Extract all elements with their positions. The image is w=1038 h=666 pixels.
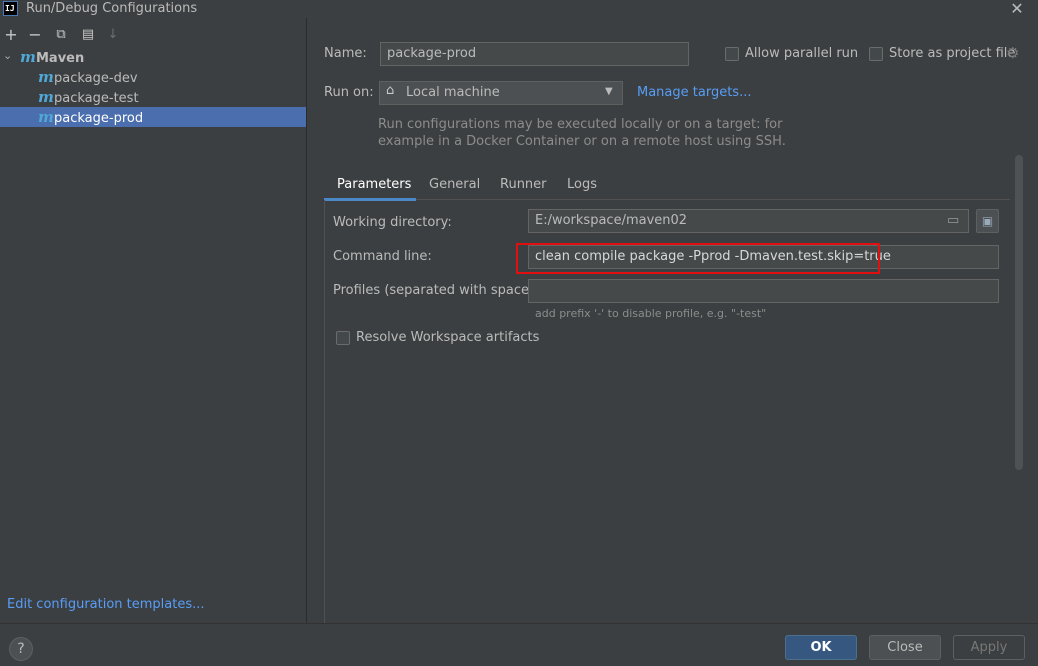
resolve-workspace-checkbox[interactable] <box>336 331 350 345</box>
working-directory-input[interactable]: E:/workspace/maven02 <box>528 209 969 233</box>
close-button[interactable]: Close <box>869 635 941 660</box>
remove-icon[interactable]: − <box>26 26 44 44</box>
tree-root-label: Maven <box>36 51 85 66</box>
run-on-label: Run on: <box>324 85 374 100</box>
tree-item-label: package-test <box>54 91 139 106</box>
macro-folder-button[interactable]: ▣ <box>976 209 999 233</box>
allow-parallel-checkbox[interactable] <box>725 47 739 61</box>
home-icon: ⌂ <box>386 83 395 98</box>
store-as-project-checkbox[interactable] <box>869 47 883 61</box>
tab-runner[interactable]: Runner <box>500 177 547 192</box>
window-title: Run/Debug Configurations <box>26 1 198 16</box>
highlight-box <box>516 243 880 274</box>
close-window-icon[interactable]: ✕ <box>1008 0 1026 18</box>
name-input[interactable]: package-prod <box>380 42 689 66</box>
maven-icon: m <box>38 108 54 126</box>
tab-parameters[interactable]: Parameters <box>337 177 411 192</box>
sort-icon[interactable]: ↓ <box>104 26 122 44</box>
edit-templates-link[interactable]: Edit configuration templates... <box>7 597 205 612</box>
new-folder-icon[interactable]: ▤ <box>79 26 97 44</box>
maven-icon: m <box>20 48 36 66</box>
tree-item-label: package-dev <box>54 71 138 86</box>
configurations-tree <box>0 46 306 623</box>
manage-targets-link[interactable]: Manage targets... <box>637 85 751 100</box>
run-on-hint-line2: example in a Docker Container or on a re… <box>378 134 786 149</box>
tree-item-label: package-prod <box>54 111 144 126</box>
tree-root-maven[interactable]: mMaven <box>0 47 306 67</box>
tab-logs[interactable]: Logs <box>567 177 597 192</box>
add-icon[interactable]: + <box>2 26 20 44</box>
command-line-label: Command line: <box>333 249 432 264</box>
run-on-hint-line1: Run configurations may be executed local… <box>378 117 783 132</box>
allow-parallel-label: Allow parallel run <box>745 46 859 61</box>
browse-folder-icon[interactable]: ▭ <box>947 213 959 228</box>
resolve-workspace-label: Resolve Workspace artifacts <box>356 330 540 345</box>
maven-icon: m <box>38 68 54 86</box>
run-on-value: Local machine <box>406 85 500 100</box>
run-on-dropdown[interactable]: Local machine <box>379 81 623 105</box>
copy-icon[interactable]: ⧉ <box>52 26 70 44</box>
tree-item-package-prod[interactable]: mpackage-prod <box>0 107 306 127</box>
profiles-input[interactable] <box>528 279 999 303</box>
apply-button[interactable]: Apply <box>953 635 1025 660</box>
working-directory-label: Working directory: <box>333 215 452 230</box>
ok-button[interactable]: OK <box>785 635 857 660</box>
gear-icon[interactable]: ⚙ <box>1006 44 1019 62</box>
profiles-label: Profiles (separated with space): <box>333 283 539 298</box>
panel-divider <box>306 18 307 623</box>
help-button[interactable]: ? <box>9 637 33 661</box>
intellij-logo-icon: IJ <box>3 1 18 16</box>
profiles-hint: add prefix '-' to disable profile, e.g. … <box>535 307 767 320</box>
chevron-down-icon: ▼ <box>605 86 613 97</box>
tab-general[interactable]: General <box>429 177 480 192</box>
maven-icon: m <box>38 88 54 106</box>
tree-item-package-test[interactable]: mpackage-test <box>0 87 306 107</box>
store-as-project-label: Store as project file <box>889 46 1016 61</box>
tree-item-package-dev[interactable]: mpackage-dev <box>0 67 306 87</box>
vertical-scrollbar[interactable] <box>1015 155 1023 470</box>
name-label: Name: <box>324 46 367 61</box>
